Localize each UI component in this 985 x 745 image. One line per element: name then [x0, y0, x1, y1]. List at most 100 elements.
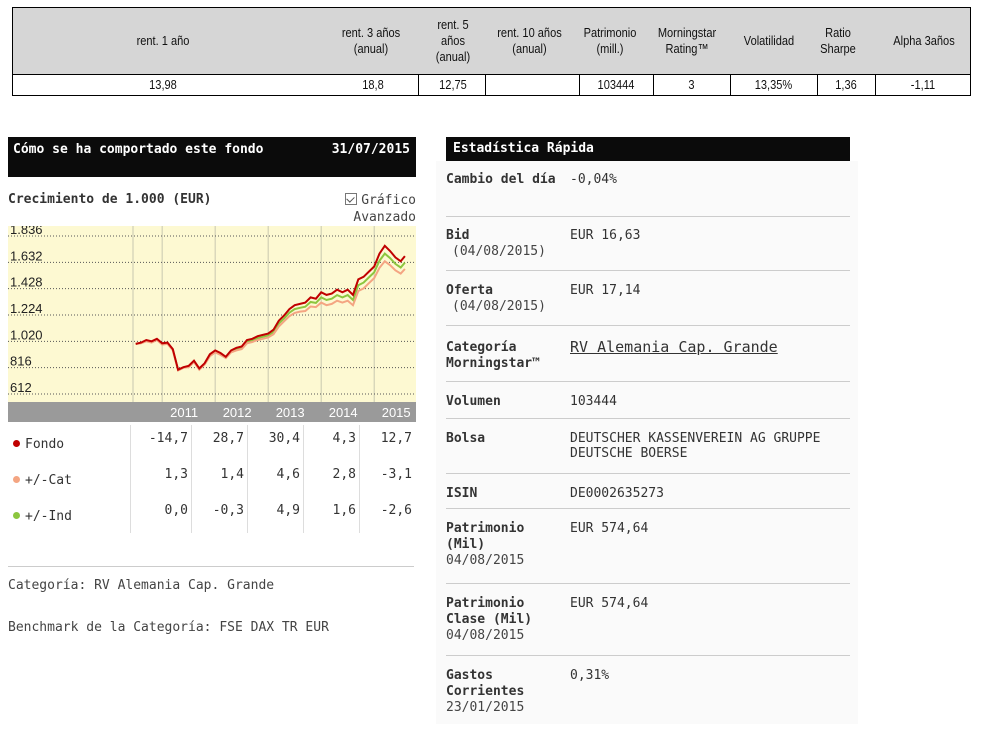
- value-rent-5-years: 12,75: [439, 77, 467, 92]
- performance-panel-date: 31/07/2015: [331, 142, 410, 157]
- divider: [446, 216, 850, 217]
- fondo-2012: 28,7: [212, 431, 244, 446]
- stat-label: Cambio del día: [446, 172, 556, 187]
- value-morningstar-rating: 3: [688, 77, 695, 92]
- stat-sub: 04/08/2015: [446, 553, 525, 568]
- ind-dot-icon: [13, 512, 20, 519]
- fondo-label: Fondo: [25, 437, 65, 452]
- cat-2013: 4,6: [276, 467, 300, 482]
- summary-table-header: rent. 1 año rent. 3 años (anual) rent. 5…: [13, 8, 970, 75]
- stat-label: Patrimonio (Mil) 04/08/2015: [446, 521, 556, 569]
- fondo-2014: 4,3: [332, 431, 356, 446]
- value-patrimonio: 103444: [597, 77, 635, 92]
- stat-label: Bolsa: [446, 431, 486, 446]
- header-rent-10-years: rent. 10 años (anual): [497, 25, 562, 56]
- value-rent-1-year: 13,98: [149, 77, 177, 92]
- advanced-chart-link[interactable]: Gráfico Avanzado: [345, 192, 416, 226]
- header-ratio-sharpe: Ratio Sharpe: [820, 25, 856, 56]
- ind-2012: -0,3: [212, 503, 244, 518]
- performance-panel-title: Cómo se ha comportado este fondo: [13, 142, 264, 157]
- ind-label: +/-Ind: [25, 509, 72, 524]
- header-patrimonio: Patrimonio (mill.): [583, 25, 637, 56]
- divider: [653, 74, 654, 95]
- stat-value: EUR 17,14: [570, 283, 641, 298]
- category-line: Categoría: RV Alemania Cap. Grande: [8, 578, 275, 593]
- stat-label-text: Gastos Corrientes: [446, 668, 525, 699]
- stat-label-text: Oferta: [446, 283, 493, 298]
- plot-background: [8, 226, 416, 402]
- performance-row-label: Fondo: [13, 437, 64, 452]
- y-tick-label: 1.224: [10, 301, 43, 316]
- stat-label: Volumen: [446, 394, 501, 409]
- cat-label: +/-Cat: [25, 473, 72, 488]
- fondo-2015: 12,7: [380, 431, 412, 446]
- divider: [446, 473, 850, 474]
- fondo-2011: -14,7: [148, 431, 188, 446]
- x-tick-label: 2015: [382, 405, 411, 420]
- y-tick-label: 1.020: [10, 327, 43, 342]
- divider: [446, 418, 850, 419]
- value-volatilidad: 13,35%: [754, 77, 793, 92]
- x-tick-label: 2012: [223, 405, 252, 420]
- divider: [817, 74, 818, 95]
- stat-sub: 04/08/2015: [446, 628, 525, 643]
- y-tick-label: 1.632: [10, 248, 43, 263]
- advanced-chart-label: Gráfico Avanzado: [353, 193, 416, 225]
- divider: [446, 508, 850, 509]
- growth-title: Crecimiento de 1.000 (EUR): [8, 192, 212, 207]
- cat-2012: 1,4: [220, 467, 244, 482]
- value-rent-3-years: 18,8: [362, 77, 384, 92]
- header-rent-3-years: rent. 3 años (anual): [341, 25, 401, 56]
- divider: [446, 655, 850, 656]
- divider: [446, 583, 850, 584]
- fondo-2013: 30,4: [268, 431, 300, 446]
- divider: [579, 74, 580, 95]
- stat-sub: 23/01/2015: [446, 700, 525, 715]
- ind-2013: 4,9: [276, 503, 300, 518]
- divider: [446, 381, 850, 382]
- divider: [446, 270, 850, 271]
- quick-stats-header: Estadística Rápida: [446, 137, 850, 161]
- fondo-dot-icon: [13, 440, 20, 447]
- y-tick-label: 612: [10, 380, 32, 395]
- y-tick-label: 1.428: [10, 275, 43, 290]
- stat-label: Oferta (04/08/2015): [446, 283, 561, 315]
- stat-value: -0,04%: [570, 172, 617, 187]
- header-alpha-3-years: Alpha 3años: [893, 33, 955, 48]
- divider: [446, 325, 850, 326]
- ind-2011: 0,0: [164, 503, 188, 518]
- performance-panel-header: Cómo se ha comportado este fondo 31/07/2…: [8, 137, 416, 177]
- stat-sub: (04/08/2015): [452, 244, 546, 259]
- ind-2015: -2,6: [380, 503, 412, 518]
- value-alpha-3-years: -1,11: [910, 77, 936, 92]
- header-rent-1-year: rent. 1 año: [136, 33, 190, 48]
- value-ratio-sharpe: 1,36: [835, 77, 857, 92]
- header-rent-5-years: rent. 5 años (anual): [435, 17, 471, 64]
- stat-value: DEUTSCHER KASSENVEREIN AG GRUPPE DEUTSCH…: [570, 431, 821, 461]
- performance-row-label: +/-Ind: [13, 509, 72, 524]
- y-tick-label: 816: [10, 354, 32, 369]
- stat-label-text: Patrimonio (Mil): [446, 521, 525, 552]
- performance-row-cat: +/-Cat 1,3 1,4 4,6 2,8 -3,1: [8, 461, 416, 497]
- cat-dot-icon: [13, 476, 20, 483]
- stat-value: DE0002635273: [570, 486, 664, 501]
- stat-label: Categoría Morningstar™: [446, 340, 540, 371]
- stat-value: 103444: [570, 394, 617, 409]
- y-tick-label: 1.836: [10, 226, 43, 237]
- ind-2014: 1,6: [332, 503, 356, 518]
- category-link[interactable]: RV Alemania Cap. Grande: [570, 340, 850, 355]
- growth-chart: 1.836 1.632 1.428 1.224 1.020 816 612 2011 2012 2…: [8, 226, 416, 422]
- stat-value: EUR 574,64: [570, 521, 649, 536]
- stat-label: Patrimonio Clase (Mil) 04/08/2015: [446, 596, 556, 644]
- x-tick-label: 2013: [276, 405, 305, 420]
- performance-row-label: +/-Cat: [13, 473, 72, 488]
- cat-2014: 2,8: [332, 467, 356, 482]
- divider: [8, 566, 414, 567]
- divider: [875, 74, 876, 95]
- summary-table: rent. 1 año rent. 3 años (anual) rent. 5…: [12, 7, 971, 96]
- header-morningstar-rating: Morningstar Rating™: [657, 25, 717, 56]
- chart-icon: [345, 193, 358, 205]
- x-tick-label: 2014: [329, 405, 358, 420]
- divider: [418, 74, 419, 95]
- value-rent-10-years: [499, 75, 567, 95]
